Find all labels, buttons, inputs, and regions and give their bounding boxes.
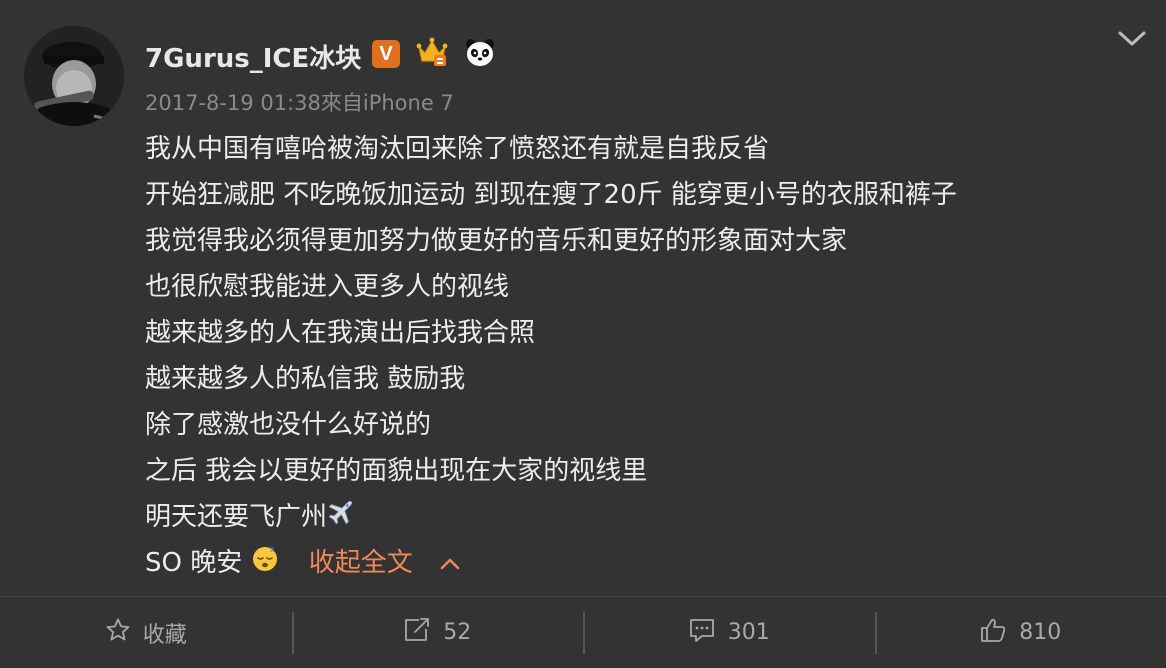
share-icon	[403, 617, 431, 649]
comment-icon	[688, 617, 716, 649]
badges: V	[372, 36, 496, 72]
panda-icon[interactable]	[464, 36, 496, 72]
crown-icon[interactable]	[416, 37, 448, 71]
content-line: 之后 我会以更好的面貌出现在大家的视线里	[145, 456, 648, 486]
comment-button[interactable]: 301	[583, 597, 875, 668]
content-line: 越来越多的人在我演出后找我合照	[145, 318, 536, 348]
content-line: 除了感激也没什么好说的	[145, 410, 432, 440]
favorite-button[interactable]: 收藏	[0, 597, 292, 668]
timestamp: 2017-8-19 01:38	[145, 91, 321, 115]
star-icon	[105, 617, 131, 649]
chevron-up-icon	[439, 541, 461, 587]
content-line-last: SO 晚安 z 收起全文	[145, 540, 957, 586]
collapse-label: 收起全文	[308, 548, 413, 578]
content-text: 明天还要飞广州	[145, 502, 328, 532]
airplane-emoji-icon	[327, 495, 357, 541]
comment-count: 301	[727, 620, 770, 645]
content-text: SO 晚安	[145, 548, 243, 578]
like-button[interactable]: 810	[874, 597, 1166, 668]
chevron-down-icon[interactable]	[1114, 26, 1150, 50]
content-line: 开始狂减肥 不吃晚饭加运动 到现在瘦了20斤 能穿更小号的衣服和裤子	[145, 180, 957, 210]
username[interactable]: 7Gurus_ICE冰块	[145, 38, 361, 75]
svg-text:z: z	[270, 545, 274, 554]
repost-button[interactable]: 52	[291, 597, 584, 668]
repost-count: 52	[443, 620, 472, 645]
favorite-label: 收藏	[142, 622, 187, 648]
content-line: 也很欣慰我能进入更多人的视线	[145, 272, 510, 302]
content-line: 我觉得我必须得更加努力做更好的音乐和更好的形象面对大家	[145, 226, 848, 256]
thumbs-up-icon	[979, 617, 1007, 649]
collapse-button[interactable]: 收起全文	[309, 548, 461, 578]
post-meta: 2017-8-19 01:38來自iPhone 7	[145, 87, 454, 117]
content-line: 我从中国有嘻哈被淘汰回来除了愤怒还有就是自我反省	[145, 134, 770, 164]
sleeping-face-emoji-icon: z	[251, 541, 279, 587]
post-content: 我从中国有嘻哈被淘汰回来除了愤怒还有就是自我反省 开始狂减肥 不吃晚饭加运动 到…	[145, 126, 957, 586]
content-line: 越来越多人的私信我 鼓励我	[145, 364, 466, 394]
weibo-post: 7Gurus_ICE冰块 V 2017-8-19 01:38來自iPhone 7…	[0, 0, 1166, 596]
action-toolbar: 收藏 52 301 810	[0, 597, 1166, 668]
avatar[interactable]	[24, 26, 124, 126]
source: 來自iPhone 7	[320, 91, 454, 115]
vip-v-icon[interactable]: V	[372, 40, 400, 68]
like-count: 810	[1019, 620, 1062, 645]
content-line-with-emoji: 明天还要飞广州	[145, 494, 957, 540]
